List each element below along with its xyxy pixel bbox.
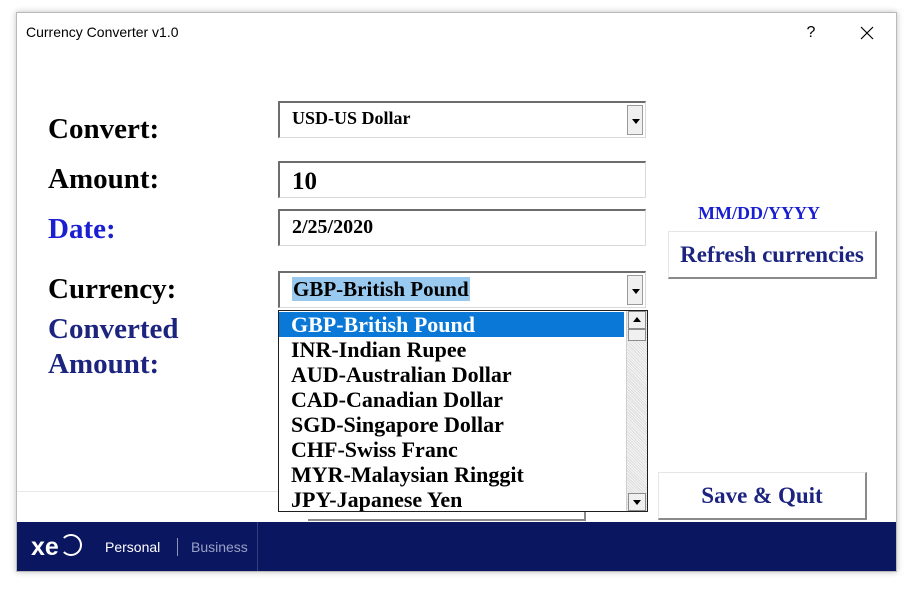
- scroll-thumb[interactable]: [628, 329, 646, 341]
- footer-banner: xe Personal Business: [17, 522, 896, 571]
- scroll-up-icon[interactable]: [628, 311, 646, 329]
- footer-personal-link[interactable]: Personal: [105, 539, 160, 555]
- convert-label: Convert:: [48, 113, 160, 145]
- dropdown-arrow-icon[interactable]: [627, 105, 643, 135]
- title-bar: Currency Converter v1.0 ?: [17, 13, 896, 51]
- converted-amount-label-line2: Amount:: [48, 348, 160, 380]
- footer-divider: [257, 522, 258, 571]
- currency-converter-window: Currency Converter v1.0 ? Convert: Amoun…: [16, 12, 897, 572]
- amount-label: Amount:: [48, 163, 160, 195]
- help-button[interactable]: ?: [793, 19, 829, 47]
- list-item[interactable]: SGD-Singapore Dollar: [279, 412, 624, 437]
- list-item[interactable]: JPY-Japanese Yen: [279, 487, 624, 511]
- scroll-down-icon[interactable]: [628, 493, 646, 511]
- amount-input[interactable]: 10: [278, 161, 646, 198]
- close-button[interactable]: [845, 19, 889, 47]
- amount-value: 10: [292, 168, 317, 195]
- list-scrollbar[interactable]: [626, 311, 647, 511]
- currency-label: Currency:: [48, 273, 177, 305]
- list-item[interactable]: MYR-Malaysian Ringgit: [279, 462, 624, 487]
- date-input[interactable]: 2/25/2020: [278, 209, 646, 246]
- footer-separator: [177, 538, 178, 556]
- currency-select[interactable]: GBP-British Pound: [278, 271, 646, 308]
- date-label: Date:: [48, 213, 116, 245]
- convert-from-value: USD-US Dollar: [292, 108, 411, 128]
- close-icon: [860, 26, 874, 40]
- window-title: Currency Converter v1.0: [26, 24, 179, 40]
- list-item[interactable]: CAD-Canadian Dollar: [279, 387, 624, 412]
- list-item[interactable]: CHF-Swiss Franc: [279, 437, 624, 462]
- save-quit-button[interactable]: Save & Quit: [658, 472, 867, 520]
- list-item[interactable]: GBP-British Pound: [279, 312, 624, 337]
- convert-from-select[interactable]: USD-US Dollar: [278, 101, 646, 138]
- footer-business-link[interactable]: Business: [191, 539, 248, 555]
- list-item[interactable]: INR-Indian Rupee: [279, 337, 624, 362]
- currency-select-value: GBP-British Pound: [292, 277, 470, 301]
- refresh-currencies-button[interactable]: Refresh currencies: [668, 231, 877, 279]
- xe-logo-ring: [60, 534, 82, 556]
- list-item[interactable]: AUD-Australian Dollar: [279, 362, 624, 387]
- dropdown-arrow-icon[interactable]: [627, 275, 643, 305]
- currency-dropdown-list[interactable]: GBP-British Pound INR-Indian Rupee AUD-A…: [278, 310, 648, 512]
- converted-amount-label-line1: Converted: [48, 313, 179, 345]
- divider: [17, 491, 307, 492]
- date-format-hint: MM/DD/YYYY: [698, 203, 820, 223]
- date-value: 2/25/2020: [292, 216, 374, 238]
